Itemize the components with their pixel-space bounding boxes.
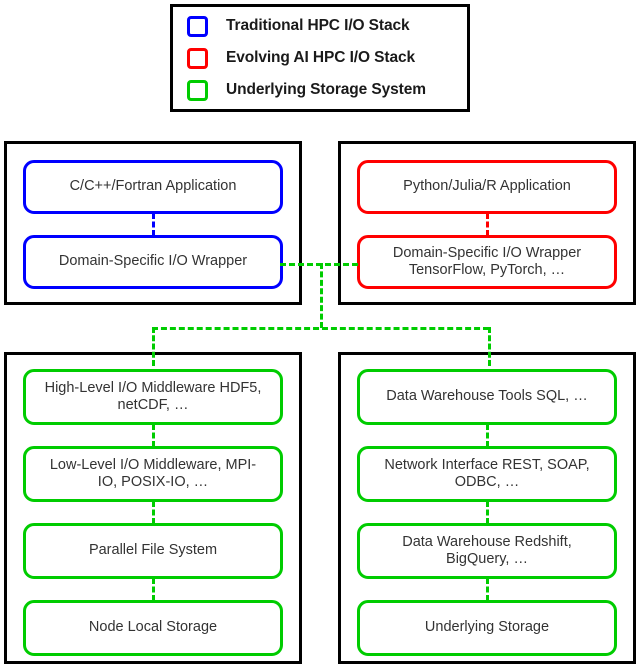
connector-bl-row0-row1 <box>152 424 155 447</box>
panel-evolving-ai-hpc-stack: Python/Julia/R Application Domain-Specif… <box>338 141 636 305</box>
legend-swatch-green-icon <box>187 79 208 101</box>
node-domain-specific-io-wrapper-ai: Domain-Specific I/O Wrapper TensorFlow, … <box>357 235 617 289</box>
legend-label-evolving: Evolving AI HPC I/O Stack <box>226 49 416 66</box>
legend-label-traditional: Traditional HPC I/O Stack <box>226 17 410 34</box>
legend-swatch-blue-icon <box>187 15 208 37</box>
connector-bridge-storage-horizontal <box>152 327 489 330</box>
connector-br-row2-row3 <box>486 578 489 601</box>
connector-bl-row1-row2 <box>152 501 155 524</box>
node-parallel-file-system: Parallel File System <box>23 523 283 579</box>
node-domain-specific-io-wrapper: Domain-Specific I/O Wrapper <box>23 235 283 289</box>
node-data-warehouse-redshift: Data Warehouse Redshift, BigQuery, … <box>357 523 617 579</box>
legend-item-evolving: Evolving AI HPC I/O Stack <box>187 45 415 71</box>
node-low-level-io-middleware: Low-Level I/O Middleware, MPI- IO, POSIX… <box>23 446 283 502</box>
node-c-cpp-fortran-application: C/C++/Fortran Application <box>23 160 283 214</box>
connector-bridge-drop-right <box>488 327 491 366</box>
connector-br-row0-row1 <box>486 424 489 447</box>
connector-bl-row2-row3 <box>152 578 155 601</box>
node-underlying-storage: Underlying Storage <box>357 600 617 656</box>
node-network-interface: Network Interface REST, SOAP, ODBC, … <box>357 446 617 502</box>
node-node-local-storage: Node Local Storage <box>23 600 283 656</box>
panel-hpc-storage-stack: High-Level I/O Middleware HDF5, netCDF, … <box>4 352 302 664</box>
legend-label-underlying: Underlying Storage System <box>226 81 426 98</box>
legend-panel: Traditional HPC I/O Stack Evolving AI HP… <box>170 4 470 112</box>
panel-traditional-hpc-stack: C/C++/Fortran Application Domain-Specifi… <box>4 141 302 305</box>
legend-swatch-red-icon <box>187 47 208 69</box>
connector-tl-app-to-wrapper <box>152 213 155 236</box>
node-data-warehouse-tools: Data Warehouse Tools SQL, … <box>357 369 617 425</box>
connector-bridge-drop-left <box>152 327 155 366</box>
panel-ai-storage-stack: Data Warehouse Tools SQL, … Network Inte… <box>338 352 636 664</box>
connector-bridge-vertical-center <box>320 263 323 328</box>
connector-tr-app-to-wrapper <box>486 213 489 236</box>
legend-item-traditional: Traditional HPC I/O Stack <box>187 13 410 39</box>
legend-item-underlying: Underlying Storage System <box>187 77 426 103</box>
connector-bridge-wrappers-horizontal <box>280 263 358 266</box>
connector-br-row1-row2 <box>486 501 489 524</box>
node-high-level-io-middleware: High-Level I/O Middleware HDF5, netCDF, … <box>23 369 283 425</box>
node-python-julia-r-application: Python/Julia/R Application <box>357 160 617 214</box>
